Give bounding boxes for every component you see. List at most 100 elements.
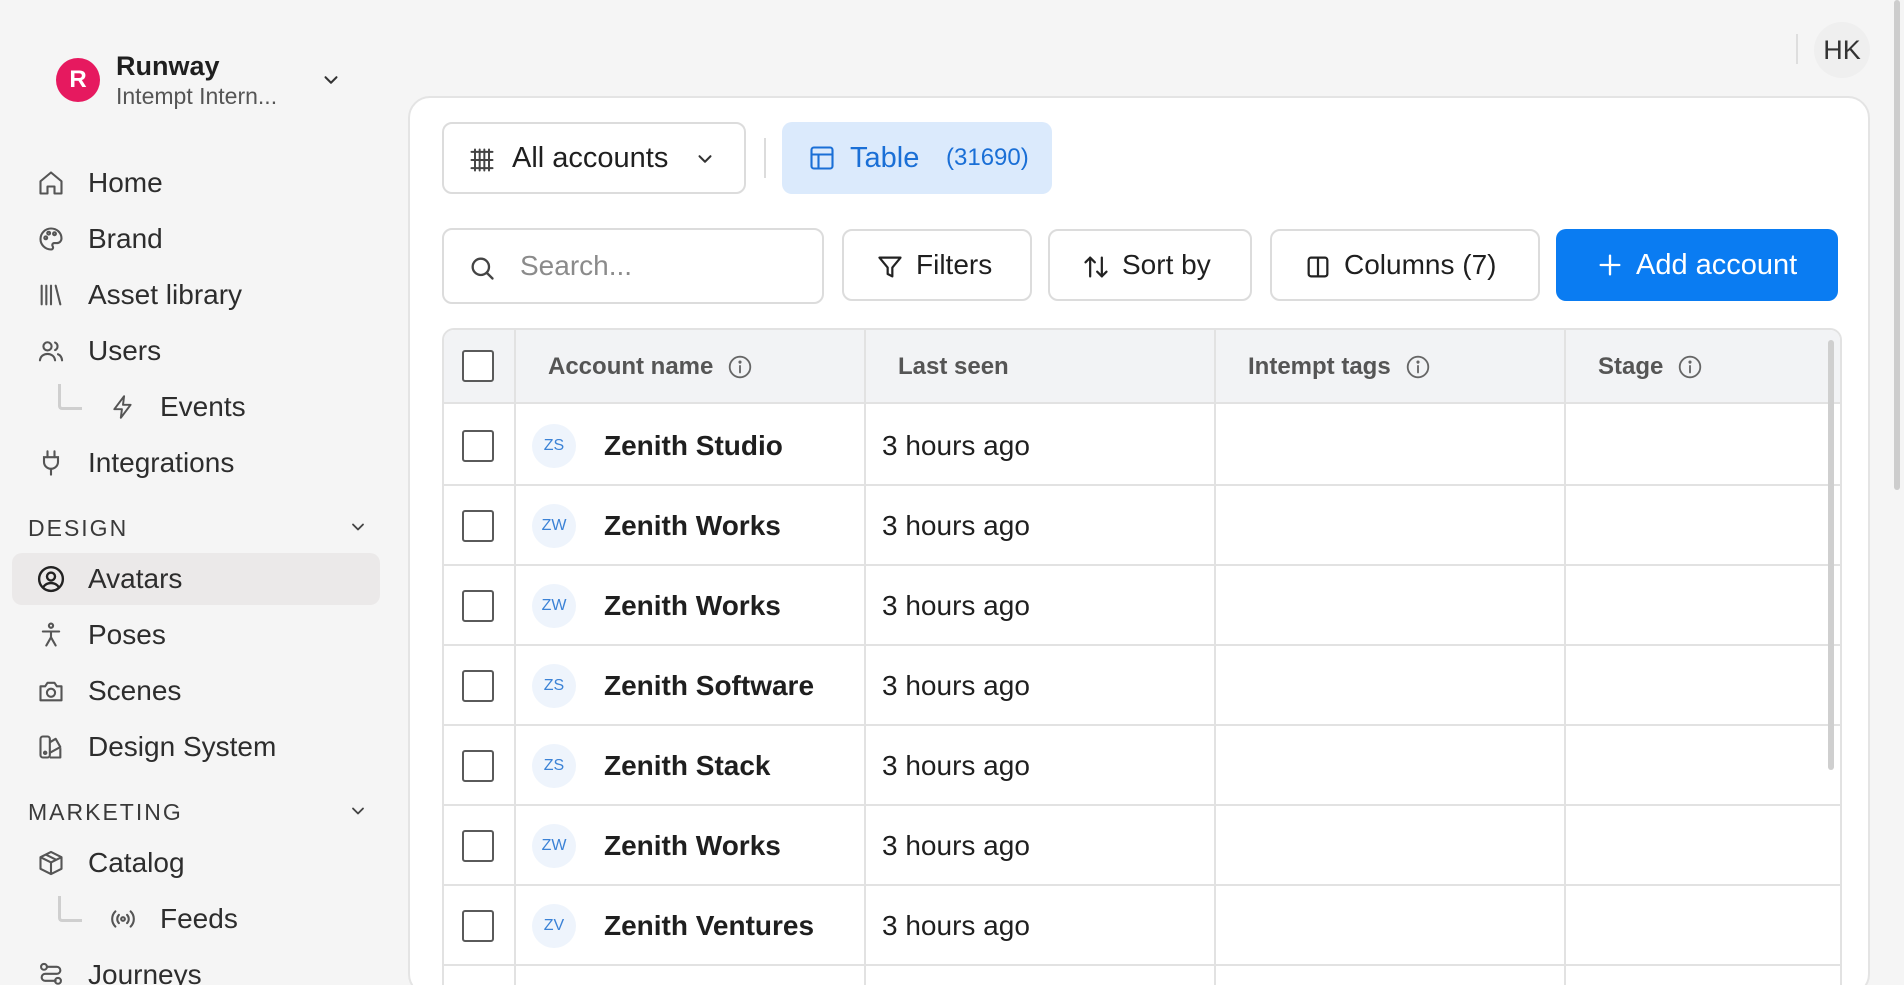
sort-icon bbox=[1082, 253, 1110, 281]
sidebar-item-label: Design System bbox=[88, 731, 277, 762]
sidebar-item-feeds[interactable]: Feeds bbox=[12, 893, 380, 945]
tab-table[interactable]: Table (31690) bbox=[782, 122, 1052, 194]
table-row[interactable]: ZS Zenith Studio 3 hours ago bbox=[444, 406, 1840, 486]
search-icon bbox=[468, 254, 496, 282]
account-name[interactable]: Zenith Works bbox=[604, 566, 781, 646]
sidebar-item-integrations[interactable]: Integrations bbox=[12, 437, 380, 489]
table-row[interactable]: ZS Zenith Software 3 hours ago bbox=[444, 646, 1840, 726]
box-icon bbox=[36, 848, 66, 878]
column-divider bbox=[1214, 330, 1216, 985]
column-divider bbox=[864, 330, 866, 985]
column-header-stage[interactable]: Stage bbox=[1598, 330, 1703, 404]
column-divider bbox=[514, 330, 516, 985]
account-name[interactable]: Zenith Works bbox=[604, 486, 781, 566]
add-account-button[interactable]: Add account bbox=[1556, 229, 1838, 301]
view-select-label: All accounts bbox=[512, 141, 669, 174]
page-scrollbar-thumb[interactable] bbox=[1894, 0, 1900, 490]
table-row[interactable]: ZS Zenith Stack 3 hours ago bbox=[444, 726, 1840, 806]
sidebar-item-catalog[interactable]: Catalog bbox=[12, 837, 380, 889]
sidebar-item-users[interactable]: Users bbox=[12, 325, 380, 377]
columns-button[interactable]: Columns (7) bbox=[1270, 229, 1540, 301]
sidebar-item-label: Feeds bbox=[160, 903, 238, 934]
account-name[interactable]: Zenith Software bbox=[604, 646, 814, 726]
sidebar-item-avatars[interactable]: Avatars bbox=[12, 553, 380, 605]
table-scrollbar-thumb[interactable] bbox=[1828, 340, 1834, 770]
chevron-down-icon bbox=[348, 517, 368, 537]
table-scrollbar[interactable] bbox=[1828, 340, 1834, 985]
account-name[interactable]: Zenith Studio bbox=[604, 406, 783, 486]
last-seen: 3 hours ago bbox=[882, 510, 1030, 541]
search-field[interactable]: Search... bbox=[442, 228, 824, 304]
tab-table-label: Table bbox=[850, 141, 920, 174]
sidebar-item-asset-library[interactable]: Asset library bbox=[12, 269, 380, 321]
last-seen: 3 hours ago bbox=[882, 750, 1030, 781]
row-checkbox[interactable] bbox=[462, 430, 494, 462]
add-account-label: Add account bbox=[1636, 248, 1798, 281]
sidebar-item-home[interactable]: Home bbox=[12, 157, 380, 209]
account-name[interactable]: Zenith Works bbox=[604, 806, 781, 886]
section-design-header[interactable]: DESIGN bbox=[28, 513, 368, 543]
table-row[interactable]: ZW Zenith Works 3 hours ago bbox=[444, 806, 1840, 886]
info-icon[interactable] bbox=[727, 354, 753, 380]
sidebar-item-label: Avatars bbox=[88, 563, 183, 594]
table-row[interactable]: ZV Zenith Ventures 3 hours ago bbox=[444, 886, 1840, 966]
column-header-account-name[interactable]: Account name bbox=[548, 330, 753, 404]
table-row[interactable]: ZW Zenith Works 3 hours ago bbox=[444, 566, 1840, 646]
tab-table-count: (31690) bbox=[946, 144, 1029, 171]
grid-icon bbox=[468, 146, 496, 174]
row-checkbox[interactable] bbox=[462, 590, 494, 622]
column-header-label: Stage bbox=[1598, 353, 1664, 380]
table-icon bbox=[808, 144, 836, 172]
plug-icon bbox=[36, 448, 66, 478]
section-label: DESIGN bbox=[28, 514, 129, 541]
sidebar-item-poses[interactable]: Poses bbox=[12, 609, 380, 661]
column-header-label: Intempt tags bbox=[1248, 353, 1391, 380]
search-input[interactable]: Search... bbox=[520, 250, 632, 282]
sidebar-item-journeys[interactable]: Journeys bbox=[12, 949, 380, 985]
last-seen: 3 hours ago bbox=[882, 590, 1030, 621]
account-name[interactable]: Zenith Stack bbox=[604, 726, 770, 806]
sidebar-item-label: Catalog bbox=[88, 847, 185, 878]
row-checkbox[interactable] bbox=[462, 830, 494, 862]
sort-button[interactable]: Sort by bbox=[1048, 229, 1252, 301]
last-seen: 3 hours ago bbox=[882, 670, 1030, 701]
sidebar-item-brand[interactable]: Brand bbox=[12, 213, 380, 265]
palette-icon bbox=[36, 224, 66, 254]
section-marketing-header[interactable]: MARKETING bbox=[28, 797, 368, 827]
user-avatar[interactable]: HK bbox=[1814, 22, 1870, 78]
row-checkbox[interactable] bbox=[462, 910, 494, 942]
view-select[interactable]: All accounts bbox=[442, 122, 746, 194]
columns-icon bbox=[1304, 253, 1332, 281]
table-row[interactable]: ZW Zenith Works 3 hours ago bbox=[444, 486, 1840, 566]
sidebar-item-events[interactable]: Events bbox=[12, 381, 380, 433]
info-icon[interactable] bbox=[1677, 354, 1703, 380]
camera-icon bbox=[36, 676, 66, 706]
select-all-checkbox[interactable] bbox=[462, 350, 494, 382]
column-header-label: Account name bbox=[548, 353, 714, 380]
filters-button[interactable]: Filters bbox=[842, 229, 1032, 301]
column-divider bbox=[1564, 330, 1566, 985]
account-avatar: ZS bbox=[532, 744, 576, 788]
sidebar-item-label: Home bbox=[88, 167, 163, 198]
org-switcher[interactable]: R Runway Intempt Intern... bbox=[40, 45, 360, 115]
row-checkbox[interactable] bbox=[462, 750, 494, 782]
columns-label: Columns (7) bbox=[1344, 249, 1497, 280]
info-icon[interactable] bbox=[1405, 354, 1431, 380]
library-icon bbox=[36, 280, 66, 310]
last-seen: 3 hours ago bbox=[882, 830, 1030, 861]
sidebar-item-label: Asset library bbox=[88, 279, 243, 310]
row-checkbox[interactable] bbox=[462, 670, 494, 702]
chevron-down-icon bbox=[694, 148, 716, 170]
sidebar-item-design-system[interactable]: Design System bbox=[12, 721, 380, 773]
section-label: MARKETING bbox=[28, 798, 183, 825]
column-header-last-seen[interactable]: Last seen bbox=[898, 330, 1009, 404]
plus-icon bbox=[1596, 251, 1624, 279]
column-header-intempt-tags[interactable]: Intempt tags bbox=[1248, 330, 1431, 404]
page-scrollbar[interactable] bbox=[1894, 0, 1902, 985]
org-subtitle: Intempt Intern... bbox=[116, 83, 278, 109]
sidebar-item-label: Poses bbox=[88, 619, 166, 650]
account-name[interactable]: Zenith Ventures bbox=[604, 886, 814, 966]
design-system-icon bbox=[36, 732, 66, 762]
sidebar-item-scenes[interactable]: Scenes bbox=[12, 665, 380, 717]
row-checkbox[interactable] bbox=[462, 510, 494, 542]
